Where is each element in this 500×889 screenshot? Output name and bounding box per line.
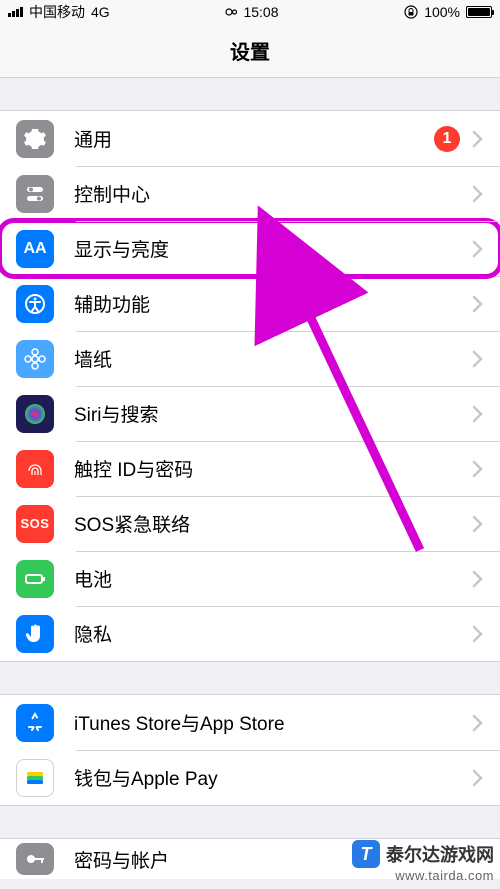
status-left: 中国移动 4G [8, 2, 110, 22]
flower-icon [16, 340, 54, 378]
chevron-right-icon [472, 350, 484, 368]
chevron-right-icon [472, 295, 484, 313]
network-label: 4G [91, 4, 110, 20]
carrier-label: 中国移动 [29, 2, 85, 22]
chevron-right-icon [472, 714, 484, 732]
row-label: 显示与亮度 [74, 235, 472, 262]
badge-count: 1 [434, 126, 460, 152]
chevron-right-icon [472, 769, 484, 787]
fingerprint-icon [16, 450, 54, 488]
toggles-icon [16, 175, 54, 213]
row-touch-id[interactable]: 触控 ID与密码 [0, 441, 500, 496]
chevron-right-icon [472, 185, 484, 203]
watermark-brand: 泰尔达游戏网 [386, 841, 494, 867]
text-size-icon: AA [16, 230, 54, 268]
watermark-badge-icon: T [352, 840, 380, 868]
row-control-center[interactable]: 控制中心 [0, 166, 500, 221]
group-spacer [0, 662, 500, 694]
row-label: 钱包与Apple Pay [74, 764, 472, 791]
status-bar: 中国移动 4G 15:08 100% [0, 0, 500, 24]
chevron-right-icon [472, 625, 484, 643]
chevron-right-icon [472, 515, 484, 533]
row-label: Siri与搜索 [74, 400, 472, 427]
page-title: 设置 [230, 36, 270, 65]
row-label: 通用 [74, 125, 434, 152]
appstore-icon [16, 704, 54, 742]
key-icon [16, 843, 54, 875]
row-siri-search[interactable]: Siri与搜索 [0, 386, 500, 441]
row-accessibility[interactable]: 辅助功能 [0, 276, 500, 331]
battery-icon [466, 6, 492, 18]
nav-bar: 设置 [0, 24, 500, 78]
row-label: 控制中心 [74, 180, 472, 207]
row-label: 触控 ID与密码 [74, 455, 472, 482]
status-right: 100% [404, 4, 492, 20]
chevron-right-icon [472, 460, 484, 478]
row-sos[interactable]: SOS SOS紧急联络 [0, 496, 500, 551]
row-privacy[interactable]: 隐私 [0, 606, 500, 661]
group-spacer [0, 806, 500, 838]
row-label: 电池 [74, 565, 472, 592]
row-label: 隐私 [74, 620, 472, 647]
chevron-right-icon [472, 405, 484, 423]
group-spacer [0, 78, 500, 110]
orientation-lock-icon [404, 5, 418, 19]
row-label: iTunes Store与App Store [74, 709, 472, 736]
row-general[interactable]: 通用 1 [0, 111, 500, 166]
row-battery[interactable]: 电池 [0, 551, 500, 606]
settings-group-store: iTunes Store与App Store 钱包与Apple Pay [0, 694, 500, 806]
chevron-right-icon [472, 240, 484, 258]
battery-pct-label: 100% [424, 4, 460, 20]
signal-icon [8, 7, 23, 17]
row-itunes-appstore[interactable]: iTunes Store与App Store [0, 695, 500, 750]
settings-group-main: 通用 1 控制中心 AA 显示与亮度 辅助功能 墙纸 Siri与搜索 [0, 110, 500, 662]
wallet-icon [16, 759, 54, 797]
row-label: 墙纸 [74, 345, 472, 372]
watermark-url: www.tairda.com [395, 868, 494, 883]
row-wallet-applepay[interactable]: 钱包与Apple Pay [0, 750, 500, 805]
row-label: 辅助功能 [74, 290, 472, 317]
chevron-right-icon [472, 130, 484, 148]
siri-icon [16, 395, 54, 433]
accessibility-icon [16, 285, 54, 323]
row-display-brightness[interactable]: AA 显示与亮度 [0, 221, 500, 276]
row-label: SOS紧急联络 [74, 510, 472, 537]
watermark: T 泰尔达游戏网 www.tairda.com [352, 840, 494, 883]
hotspot-icon [221, 6, 239, 18]
battery-row-icon [16, 560, 54, 598]
chevron-right-icon [472, 570, 484, 588]
gear-icon [16, 120, 54, 158]
row-wallpaper[interactable]: 墙纸 [0, 331, 500, 386]
time-label: 15:08 [243, 4, 278, 20]
hand-icon [16, 615, 54, 653]
sos-icon: SOS [16, 505, 54, 543]
